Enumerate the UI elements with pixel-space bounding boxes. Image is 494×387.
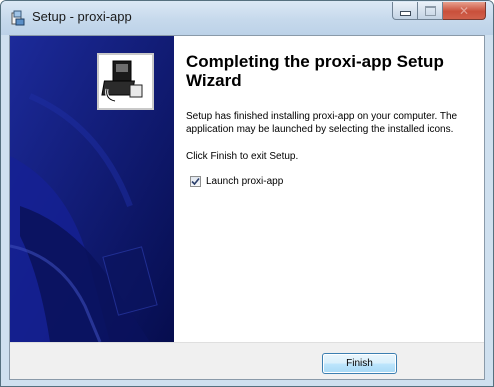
minimize-icon xyxy=(399,10,411,16)
exit-instruction: Click Finish to exit Setup. xyxy=(186,151,299,162)
wizard-page: Completing the proxi-app Setup Wizard Se… xyxy=(9,35,485,380)
button-bar-spacer xyxy=(403,353,478,374)
launch-checkbox[interactable] xyxy=(190,176,201,187)
maximize-button xyxy=(418,2,443,20)
button-bar: Finish xyxy=(10,342,484,379)
wizard-content: Completing the proxi-app Setup Wizard Se… xyxy=(174,36,484,342)
setup-computer-icon xyxy=(97,53,154,110)
launch-checkbox-label: Launch proxi-app xyxy=(206,176,284,187)
caption-buttons: ✕ xyxy=(392,2,486,21)
minimize-button[interactable] xyxy=(392,2,418,20)
page-title: Completing the proxi-app Setup Wizard xyxy=(186,52,444,90)
setup-app-icon xyxy=(11,10,25,26)
window-title: Setup - proxi-app xyxy=(32,9,132,24)
maximize-icon xyxy=(424,5,436,16)
setup-window: Setup - proxi-app ✕ Completing the proxi… xyxy=(0,0,494,387)
title-bar[interactable]: Setup - proxi-app ✕ xyxy=(1,1,493,35)
launch-app-option[interactable]: Launch proxi-app xyxy=(190,176,283,187)
close-icon: ✕ xyxy=(458,3,470,18)
finished-message: Setup has finished installing proxi-app … xyxy=(186,111,458,135)
setup-wizard-banner xyxy=(10,36,174,342)
checkmark-icon xyxy=(191,177,200,186)
close-button: ✕ xyxy=(443,2,486,20)
finish-button[interactable]: Finish xyxy=(322,353,397,374)
